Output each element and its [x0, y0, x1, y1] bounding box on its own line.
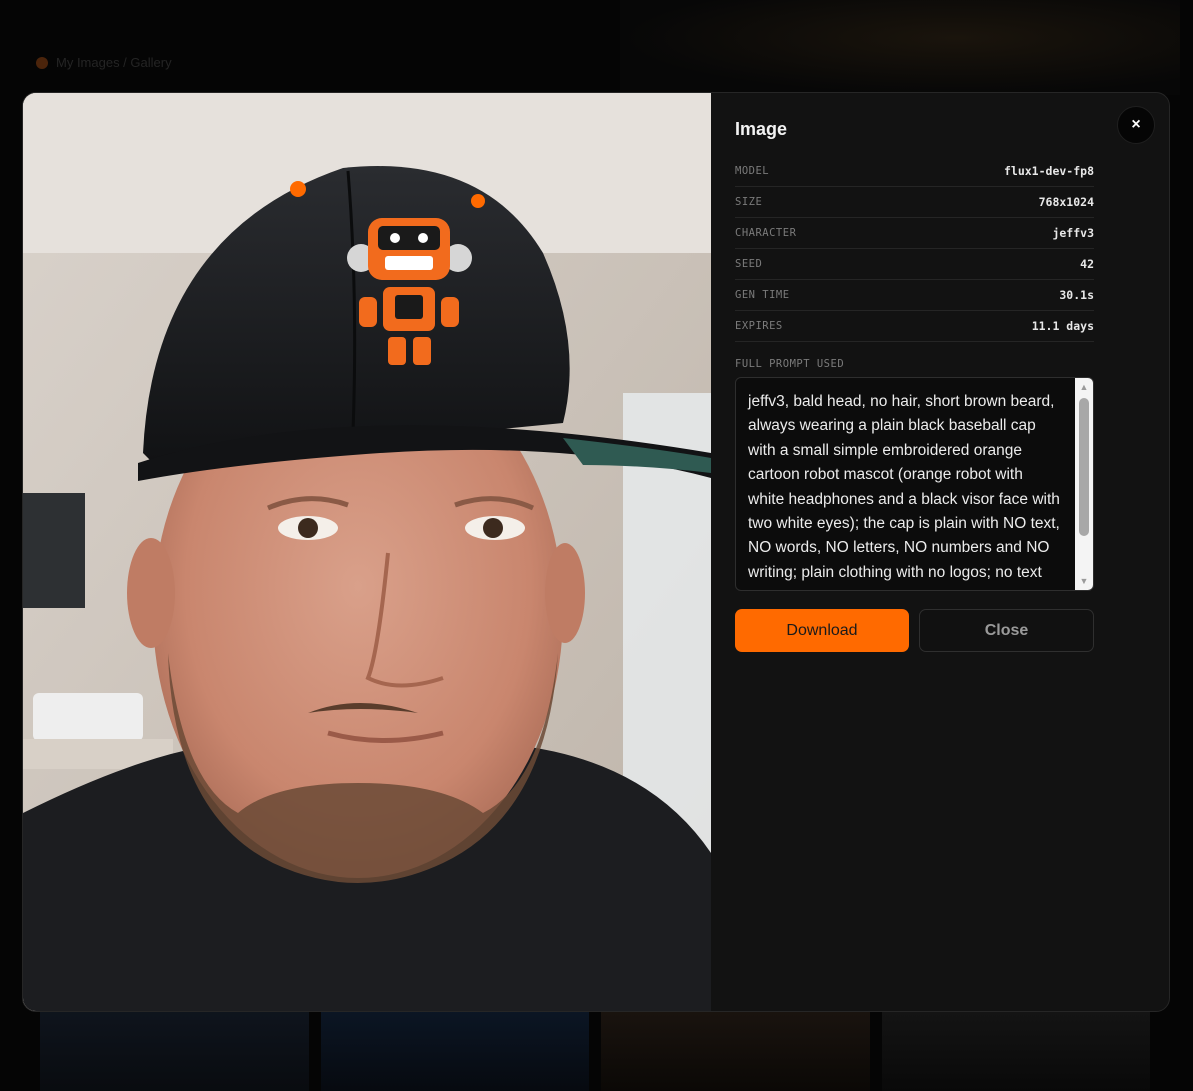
- scroll-up-icon[interactable]: ▲: [1075, 380, 1093, 394]
- metadata-key: SEED: [735, 258, 763, 270]
- metadata-key: EXPIRES: [735, 320, 783, 332]
- metadata-key: SIZE: [735, 196, 763, 208]
- breadcrumb-text: My Images / Gallery: [56, 55, 172, 70]
- metadata-value: 30.1s: [1059, 288, 1094, 302]
- metadata-key: CHARACTER: [735, 227, 797, 239]
- metadata-value: jeffv3: [1052, 226, 1094, 240]
- generated-image: [23, 93, 711, 1011]
- background-breadcrumb: My Images / Gallery: [36, 55, 172, 70]
- metadata-key: GEN TIME: [735, 289, 790, 301]
- background-gallery: [40, 1010, 1150, 1091]
- panel-title: Image: [735, 119, 788, 139]
- details-panel: Image × MODEL flux1-dev-fp8 SIZE 768x102…: [711, 93, 1169, 1011]
- metadata-list: MODEL flux1-dev-fp8 SIZE 768x1024 CHARAC…: [735, 156, 1094, 342]
- metadata-value: 42: [1080, 257, 1094, 271]
- metadata-row-model: MODEL flux1-dev-fp8: [735, 156, 1094, 187]
- metadata-value: 768x1024: [1038, 195, 1094, 209]
- image-modal: Image × MODEL flux1-dev-fp8 SIZE 768x102…: [22, 92, 1170, 1012]
- logo-icon: [36, 56, 48, 69]
- background-blur: [620, 0, 1180, 95]
- portrait-illustration: [23, 93, 711, 1011]
- metadata-key: MODEL: [735, 165, 770, 177]
- scroll-down-icon[interactable]: ▼: [1075, 574, 1093, 588]
- metadata-value: flux1-dev-fp8: [1003, 164, 1094, 178]
- close-icon[interactable]: ×: [1117, 106, 1155, 144]
- metadata-row-seed: SEED 42: [735, 249, 1094, 280]
- gallery-thumb: [881, 1010, 1150, 1091]
- action-buttons: Download Close: [735, 609, 1094, 652]
- scroll-thumb[interactable]: [1079, 398, 1089, 536]
- download-button[interactable]: Download: [735, 609, 909, 652]
- metadata-row-size: SIZE 768x1024: [735, 187, 1094, 218]
- metadata-value: 11.1 days: [1031, 319, 1094, 333]
- gallery-thumb: [40, 1010, 309, 1091]
- prompt-text: jeffv3, bald head, no hair, short brown …: [748, 393, 1060, 581]
- prompt-label: FULL PROMPT USED: [735, 358, 845, 370]
- close-button[interactable]: Close: [919, 609, 1094, 652]
- gallery-thumb: [601, 1010, 870, 1091]
- prompt-scrollbar[interactable]: ▲ ▼: [1075, 378, 1093, 590]
- gallery-thumb: [320, 1010, 589, 1091]
- metadata-row-gen-time: GEN TIME 30.1s: [735, 280, 1094, 311]
- prompt-textarea[interactable]: jeffv3, bald head, no hair, short brown …: [735, 377, 1094, 591]
- metadata-row-expires: EXPIRES 11.1 days: [735, 311, 1094, 342]
- metadata-row-character: CHARACTER jeffv3: [735, 218, 1094, 249]
